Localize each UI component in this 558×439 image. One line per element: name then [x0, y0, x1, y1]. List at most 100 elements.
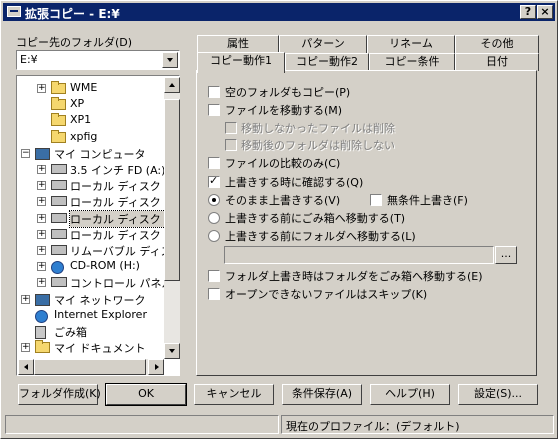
scroll-up-button[interactable] [164, 77, 180, 93]
expand-icon[interactable]: + [37, 213, 46, 223]
compare-only-label[interactable]: ファイルの比較のみ(C) [225, 155, 340, 171]
no-delete-folder-checkbox[interactable] [225, 139, 237, 151]
help-button[interactable]: ヘルプ(H) [370, 384, 450, 405]
tree-node-label[interactable]: 3.5 インチ FD (A:) [70, 162, 165, 178]
cancel-button[interactable]: キャンセル [194, 384, 274, 405]
browse-folder-button[interactable]: ... [495, 246, 517, 264]
scroll-left-button[interactable] [18, 359, 34, 375]
tree-node[interactable]: xpfig [17, 129, 165, 145]
overwrite-as-is-label[interactable]: そのまま上書きする(V) [225, 192, 340, 208]
help-title-button[interactable]: ? [520, 5, 536, 19]
app-icon[interactable] [7, 6, 21, 17]
expand-icon[interactable]: + [37, 165, 46, 174]
tree-node[interactable]: − マイ コンピュータ [17, 145, 165, 161]
tree-node-label[interactable]: XP [70, 97, 84, 110]
combo-dropdown-button[interactable] [162, 52, 178, 68]
hard-disk-icon [51, 228, 67, 239]
folder-overwrite-trash-checkbox[interactable] [208, 270, 220, 282]
move-files-label[interactable]: ファイルを移動する(M) [225, 102, 342, 118]
hscroll-thumb[interactable] [34, 359, 146, 375]
expand-icon[interactable]: + [37, 278, 46, 288]
tree-node-label[interactable]: マイ コンピュータ [54, 146, 146, 162]
expand-icon[interactable]: + [37, 262, 46, 272]
scroll-down-button[interactable] [164, 343, 180, 359]
expand-icon[interactable]: + [37, 181, 46, 191]
tab-pattern[interactable]: パターン [279, 35, 367, 53]
expand-icon[interactable]: + [21, 343, 30, 353]
tree-node-label[interactable]: CD-ROM (H:) [70, 259, 140, 272]
tab-attributes[interactable]: 属性 [197, 35, 279, 53]
scroll-thumb[interactable] [164, 99, 180, 281]
tree-node[interactable]: + ローカル ディスク (F:) [17, 226, 179, 242]
no-delete-folder-label: 移動後のフォルダは削除しない [241, 139, 395, 152]
status-pane-left [5, 415, 279, 434]
tree-node[interactable]: + WME [17, 80, 165, 96]
tab-copy-action-2[interactable]: コピー動作2 [285, 53, 369, 71]
compare-only-checkbox[interactable] [208, 157, 220, 169]
move-to-folder-label[interactable]: 上書きする前にフォルダへ移動する(L) [225, 228, 416, 244]
tree-vertical-scrollbar[interactable] [164, 77, 180, 359]
empty-folder-label[interactable]: 空のフォルダもコピー(P) [225, 84, 350, 100]
tree-horizontal-scrollbar[interactable] [18, 359, 164, 375]
tree-node[interactable]: XP [17, 96, 165, 112]
hard-disk-icon [51, 180, 67, 191]
recycle-bin-icon [35, 326, 46, 339]
tree-node[interactable]: + CD-ROM (H:) [17, 258, 165, 275]
expand-icon[interactable]: + [21, 294, 30, 304]
tree-node-label[interactable]: ごみ箱 [54, 324, 87, 340]
tree-node-label[interactable]: xpfig [70, 130, 97, 143]
save-condition-button[interactable]: 条件保存(A) [282, 384, 362, 405]
ok-button[interactable]: OK [105, 383, 187, 406]
tree-node[interactable]: + コントロール パネル [17, 274, 173, 290]
unconditional-label[interactable]: 無条件上書き(F) [387, 192, 468, 208]
tree-node[interactable]: Internet Explorer [17, 307, 165, 323]
tree-node[interactable]: +リムーバブル ディスク (G:) [17, 242, 179, 258]
tree-node-label[interactable]: WME [70, 81, 97, 94]
tree-node[interactable]: + ローカル ディスク (C:) [17, 177, 179, 193]
tab-other[interactable]: その他 [455, 35, 539, 53]
tree-node-label[interactable]: Internet Explorer [54, 308, 147, 321]
move-files-checkbox[interactable] [208, 104, 220, 116]
tab-rename[interactable]: リネーム [367, 35, 455, 53]
tree-node[interactable]: XP1 [17, 112, 165, 128]
make-folder-button[interactable]: フォルダ作成(K) [18, 384, 101, 405]
arrow-down-icon [169, 349, 175, 353]
move-to-folder-radio[interactable] [208, 230, 220, 242]
empty-folder-checkbox[interactable] [208, 86, 220, 98]
close-button[interactable]: × [537, 5, 553, 19]
move-to-trash-radio[interactable] [208, 212, 220, 224]
tree-node-label[interactable]: コントロール パネル [70, 275, 173, 291]
dest-folder-combo[interactable]: E:¥ [16, 50, 180, 70]
tree-node[interactable]: + ローカル ディスク (E:) [17, 209, 179, 228]
unconditional-checkbox[interactable] [370, 194, 382, 206]
tree-node-label[interactable]: XP1 [70, 113, 91, 126]
folder-overwrite-trash-label[interactable]: フォルダ上書き時はフォルダをごみ箱へ移動する(E) [225, 268, 483, 284]
tree-node[interactable]: + マイ ネットワーク [17, 291, 165, 307]
confirm-overwrite-label[interactable]: 上書きする時に確認する(Q) [225, 174, 363, 190]
skip-unopenable-label[interactable]: オープンできないファイルはスキップ(K) [225, 286, 427, 302]
folder-tree[interactable]: + WME XP XP1 xpfig − マイ コンピュータ +3.5 インチ FD (A:)… [16, 75, 180, 376]
expand-icon[interactable]: + [37, 246, 46, 255]
expand-icon[interactable]: + [37, 229, 46, 239]
tab-date[interactable]: 日付 [455, 53, 539, 71]
tab-copy-conditions[interactable]: コピー条件 [369, 53, 455, 71]
tree-node-label[interactable]: マイ ドキュメント [54, 340, 146, 356]
move-to-trash-label[interactable]: 上書きする前にごみ箱へ移動する(T) [225, 210, 405, 226]
overwrite-as-is-radio[interactable] [208, 194, 220, 206]
tree-node[interactable]: + ローカル ディスク (D:) [17, 193, 179, 209]
tree-node[interactable]: + マイ ドキュメント [17, 339, 165, 355]
tree-node-label[interactable]: マイ ネットワーク [54, 292, 146, 308]
scroll-right-button[interactable] [148, 359, 164, 375]
delete-unmoved-checkbox[interactable] [225, 122, 237, 134]
settings-button[interactable]: 設定(S)... [458, 384, 538, 405]
arrow-up-icon [169, 83, 175, 87]
tree-node[interactable]: ごみ箱 [17, 323, 165, 339]
confirm-overwrite-checkbox[interactable] [208, 174, 220, 188]
tree-node[interactable]: +3.5 インチ FD (A:) [17, 161, 165, 177]
collapse-icon[interactable]: − [21, 148, 30, 158]
expand-icon[interactable]: + [37, 197, 46, 207]
move-folder-path-input[interactable] [224, 246, 494, 264]
tab-copy-action-1[interactable]: コピー動作1 [197, 52, 285, 73]
expand-icon[interactable]: + [37, 84, 46, 93]
skip-unopenable-checkbox[interactable] [208, 288, 220, 300]
